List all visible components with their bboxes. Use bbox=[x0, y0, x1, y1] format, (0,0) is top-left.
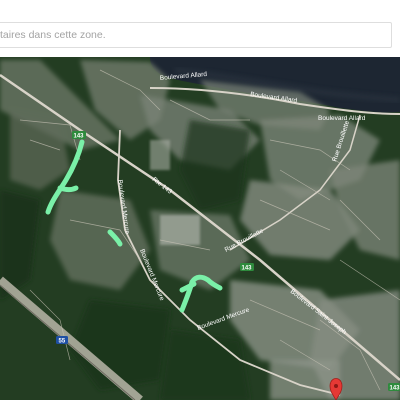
search-input[interactable] bbox=[0, 22, 392, 48]
road-label-boulevard-allard: Boulevard Allard bbox=[318, 115, 366, 122]
svg-text:55: 55 bbox=[59, 339, 66, 345]
route-shield-143: 143 bbox=[72, 131, 86, 140]
route-shield-143: 143 bbox=[388, 383, 400, 392]
industrial-area bbox=[150, 140, 170, 170]
svg-text:143: 143 bbox=[74, 134, 85, 140]
route-shield-143: 143 bbox=[240, 263, 254, 272]
map-view[interactable]: Boulevard Allard Boulevard Allard Boulev… bbox=[0, 57, 400, 400]
svg-text:143: 143 bbox=[242, 266, 253, 272]
industrial-area bbox=[160, 215, 200, 245]
route-shield-55: 55 bbox=[56, 336, 68, 345]
top-bar bbox=[0, 0, 400, 57]
svg-text:143: 143 bbox=[390, 386, 400, 392]
satellite-map[interactable]: Boulevard Allard Boulevard Allard Boulev… bbox=[0, 57, 400, 400]
highlighted-trail bbox=[57, 185, 79, 192]
